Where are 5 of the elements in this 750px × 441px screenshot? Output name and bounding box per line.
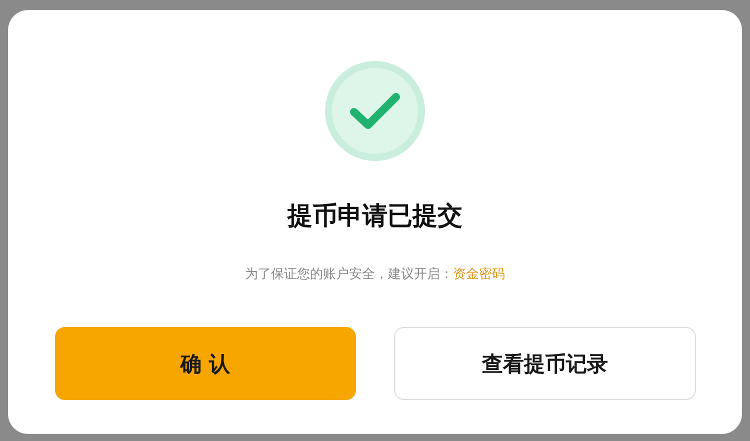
view-records-button[interactable]: 查看提币记录 — [394, 327, 696, 400]
success-check-icon — [325, 61, 425, 161]
dialog-title: 提币申请已提交 — [288, 201, 462, 231]
security-message: 为了保证您的账户安全，建议开启： — [245, 267, 453, 282]
confirm-button[interactable]: 确 认 — [54, 327, 356, 400]
